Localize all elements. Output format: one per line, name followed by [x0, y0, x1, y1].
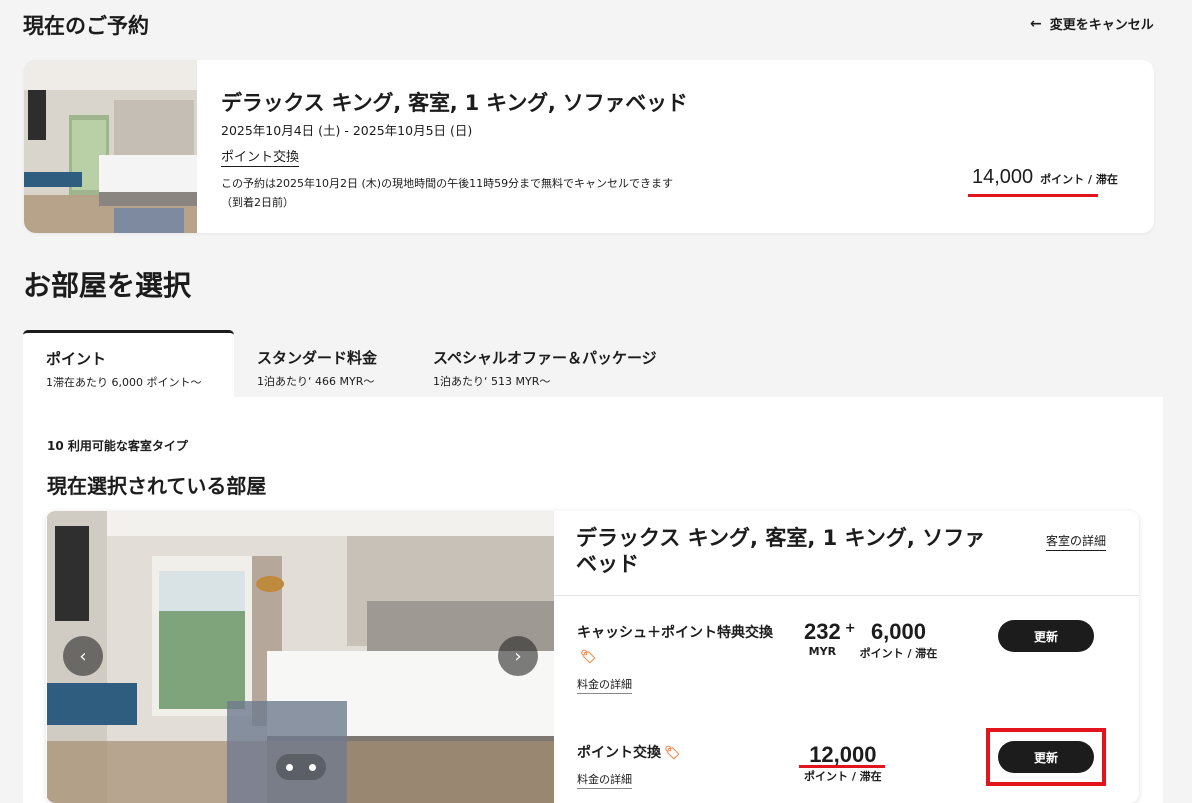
reservation-price: 14,000 ポイント / 滞在 [972, 166, 1118, 189]
arrow-left-icon: ← [1030, 15, 1042, 32]
reservation-price-unit: ポイント / 滞在 [1040, 173, 1118, 186]
carousel-dots [276, 754, 326, 780]
carousel-prev-button[interactable]: ‹ [63, 636, 103, 676]
current-room-title: 現在選択されている部屋 [47, 474, 267, 498]
rate-name-points-label: ポイント交換 [577, 745, 661, 761]
reservation-price-value: 14,000 [972, 166, 1034, 188]
plus-sign: + [844, 621, 856, 636]
tab-standard-rate[interactable]: スタンダード料金 1泊あたり‘ 466 MYR〜 [234, 330, 414, 397]
tag-icon: 🏷 [664, 746, 681, 761]
tab-panel-points: 10 利用可能な客室タイプ 現在選択されている部屋 ‹ › デラックス キング,… [23, 397, 1163, 803]
highlight-annotation [986, 728, 1106, 786]
price-underline-annotation [799, 765, 885, 768]
points-unit: ポイント / 滞在 [804, 770, 882, 783]
reservation-card: デラックス キング, 客室, 1 キング, ソファベッド 2025年10月4日 … [24, 60, 1154, 233]
rate-name-cash-points-label: キャッシュ＋ポイント特典交換 [577, 625, 773, 641]
tab-special-offers[interactable]: スペシャルオファー＆パッケージ 1泊あたり‘ 513 MYR〜 [410, 330, 690, 397]
tab-points[interactable]: ポイント 1滞在あたり 6,000 ポイント〜 [23, 330, 234, 397]
reservation-rate-type: ポイント交換 [221, 146, 300, 167]
cash-value: 232 [804, 619, 841, 644]
select-room-title: お部屋を選択 [23, 269, 192, 302]
cancel-change-label: 変更をキャンセル [1049, 18, 1154, 33]
room-photo-carousel: ‹ › [47, 511, 554, 803]
carousel-dot[interactable] [286, 763, 293, 771]
tab-points-sub: 1滞在あたり 6,000 ポイント〜 [46, 376, 202, 389]
tab-standard-rate-sub: 1泊あたり‘ 466 MYR〜 [257, 375, 375, 388]
reservation-room-name: デラックス キング, 客室, 1 キング, ソファベッド [221, 91, 688, 115]
divider [554, 595, 1139, 596]
cash-unit: MYR [808, 645, 837, 658]
points-unit: ポイント / 滞在 [859, 647, 938, 660]
current-room-card: ‹ › デラックス キング, 客室, 1 キング, ソファベッド 客室の詳細 キ… [46, 511, 1139, 803]
rate-detail-link[interactable]: 料金の詳細 [577, 771, 632, 789]
tag-icon: 🏷 [580, 650, 597, 665]
points-price: 12,000 ポイント / 滞在 [804, 742, 882, 784]
rate-name-points: ポイント交換 🏷 [577, 741, 681, 766]
carousel-dot[interactable] [309, 763, 316, 771]
update-cash-points-button[interactable]: 更新 [998, 620, 1094, 652]
room-detail-link[interactable]: 客室の詳細 [1046, 532, 1107, 551]
chevron-left-icon: ‹ [79, 645, 87, 667]
reservation-dates: 2025年10月4日 (土) - 2025年10月5日 (日) [221, 123, 473, 138]
available-room-types: 10 利用可能な客室タイプ [47, 439, 188, 453]
reservation-room-photo [24, 60, 197, 233]
rate-name-cash-points: キャッシュ＋ポイント特典交換 🏷 [577, 621, 792, 670]
tab-special-offers-name: スペシャルオファー＆パッケージ [433, 349, 657, 367]
cancel-change-link[interactable]: ← 変更をキャンセル [1030, 14, 1154, 34]
price-underline-annotation [968, 194, 1098, 197]
room-name: デラックス キング, 客室, 1 キング, ソファベッド [576, 526, 986, 576]
cash-points-price: 232 MYR + 6,000 ポイント / 滞在 [804, 619, 937, 661]
tab-points-name: ポイント [46, 350, 107, 368]
cancellation-policy: この予約は2025年10月2日 (木)の現地時間の午後11時59分まで無料でキャ… [221, 177, 674, 209]
tab-standard-rate-name: スタンダード料金 [257, 349, 378, 367]
carousel-next-button[interactable]: › [498, 636, 538, 676]
points-value: 6,000 [870, 619, 926, 644]
tab-special-offers-sub: 1泊あたり‘ 513 MYR〜 [433, 375, 551, 388]
rate-detail-link[interactable]: 料金の詳細 [577, 676, 632, 694]
chevron-right-icon: › [514, 645, 522, 667]
page-title: 現在のご予約 [23, 14, 149, 38]
